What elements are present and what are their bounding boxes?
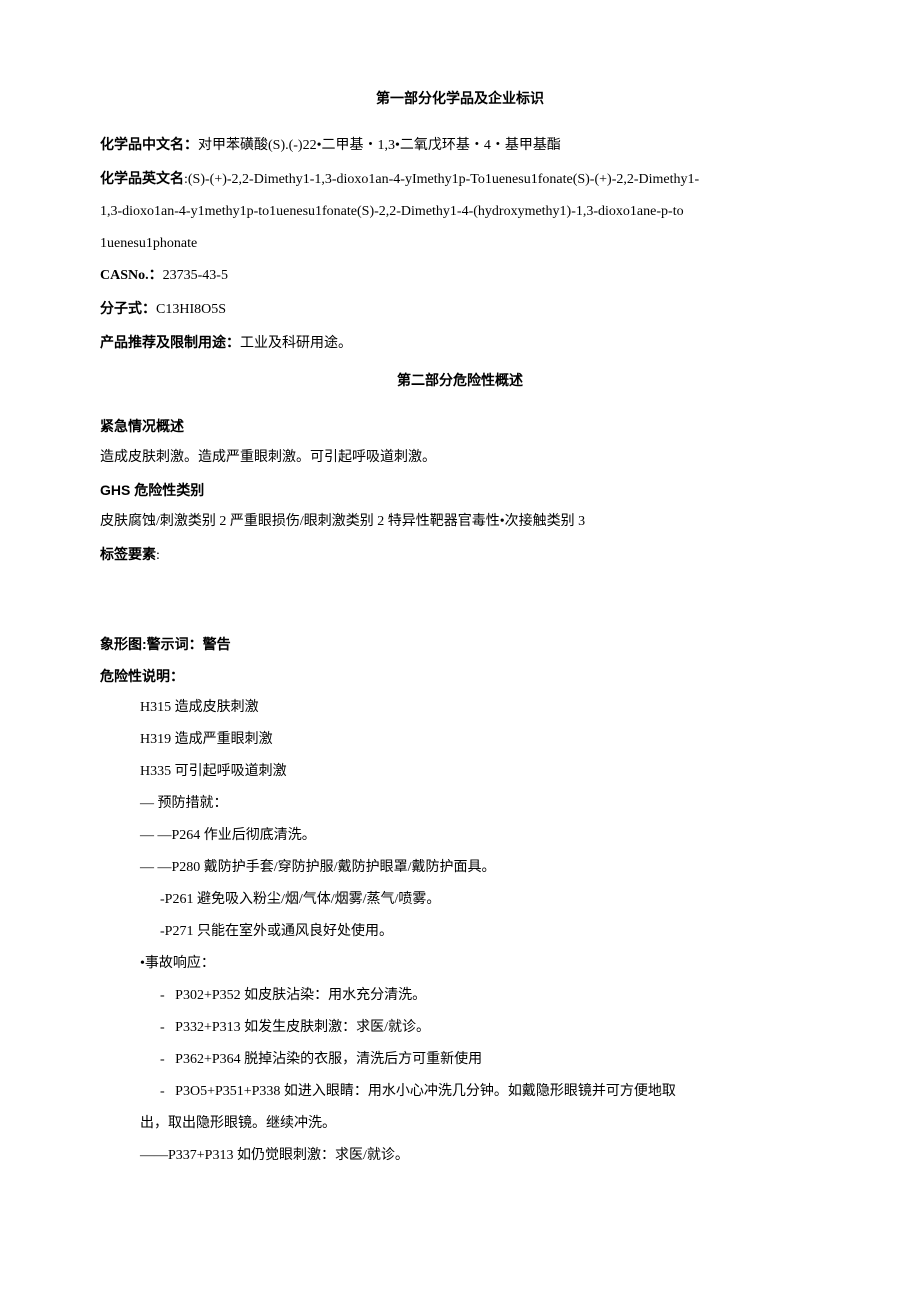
chinese-name-label: 化学品中文名： — [100, 136, 198, 152]
p261: -P261 避免吸入粉尘/烟/气体/烟雾/蒸气/喷雾。 — [100, 886, 820, 914]
cas-line: CASNo.：23735-43-5 — [100, 262, 820, 290]
pictogram-space — [100, 574, 820, 630]
p271: -P271 只能在室外或通风良好处使用。 — [100, 918, 820, 946]
emergency-text: 造成皮肤刺激。造成严重眼刺激。可引起呼吸道刺激。 — [100, 444, 820, 472]
p337: ——P337+P313 如仍觉眼刺激：求医/就诊。 — [100, 1142, 820, 1170]
response-label: •事故响应： — [100, 950, 820, 978]
section2-title: 第二部分危险性概述 — [100, 366, 820, 394]
h319: H319 造成严重眼刺激 — [100, 726, 820, 754]
chinese-name: 对甲苯磺酸(S).(-)22•二甲基・1,3•二氧戊环基・4・基甲基酯 — [198, 138, 561, 153]
formula-line: 分子式：C13HI8O5S — [100, 294, 820, 324]
p280: — —P280 戴防护手套/穿防护服/戴防护眼罩/戴防护面具。 — [100, 854, 820, 882]
english-name-2: 1,3-dioxo1an-4-y1methy1p-to1uenesu1fonat… — [100, 198, 820, 226]
ghs-label: GHS 危险性类别 — [100, 476, 820, 504]
use-label: 产品推荐及限制用途： — [100, 334, 240, 350]
ghs-text: 皮肤腐蚀/刺激类别 2 严重眼损伤/眼刺激类别 2 特异性靶器官毒性•次接触类别… — [100, 508, 820, 536]
cas-value: 23735-43-5 — [163, 268, 228, 283]
p305b: 出，取出隐形眼镜。继续冲洗。 — [100, 1110, 820, 1138]
english-name-line1: 化学品英文名:(S)-(+)-2,2-Dimethy1-1,3-dioxo1an… — [100, 164, 820, 194]
english-name-1: :(S)-(+)-2,2-Dimethy1-1,3-dioxo1an-4-yIm… — [184, 172, 699, 187]
cas-label: CASNo.： — [100, 268, 163, 283]
pictogram-label: 象形图:警示词：警告 — [100, 630, 820, 658]
p305: - P3O5+P351+P338 如进入眼睛：用水小心冲洗几分钟。如戴隐形眼镜并… — [100, 1078, 820, 1106]
h335: H335 可引起呼吸道刺激 — [100, 758, 820, 786]
label-elements-line: 标签要素: — [100, 540, 820, 570]
use-line: 产品推荐及限制用途：工业及科研用途。 — [100, 328, 820, 358]
label-elements-label: 标签要素 — [100, 546, 156, 562]
p302: - P302+P352 如皮肤沾染：用水充分清洗。 — [100, 982, 820, 1010]
hazard-label: 危险性说明： — [100, 662, 820, 690]
formula-value: C13HI8O5S — [156, 302, 226, 317]
p362: - P362+P364 脱掉沾染的衣服，清洗后方可重新使用 — [100, 1046, 820, 1074]
formula-label: 分子式： — [100, 300, 156, 316]
prevention-label: — 预防措就： — [100, 790, 820, 818]
p332: - P332+P313 如发生皮肤刺激：求医/就诊。 — [100, 1014, 820, 1042]
h315: H315 造成皮肤刺激 — [100, 694, 820, 722]
section1-title: 第一部分化学品及企业标识 — [100, 84, 820, 112]
chinese-name-line: 化学品中文名：对甲苯磺酸(S).(-)22•二甲基・1,3•二氧戊环基・4・基甲… — [100, 130, 820, 160]
english-name-label: 化学品英文名 — [100, 170, 184, 186]
emergency-label: 紧急情况概述 — [100, 412, 820, 440]
use-value: 工业及科研用途。 — [240, 336, 352, 351]
english-name-3: 1uenesu1phonate — [100, 230, 820, 258]
p264: — —P264 作业后彻底清洗。 — [100, 822, 820, 850]
